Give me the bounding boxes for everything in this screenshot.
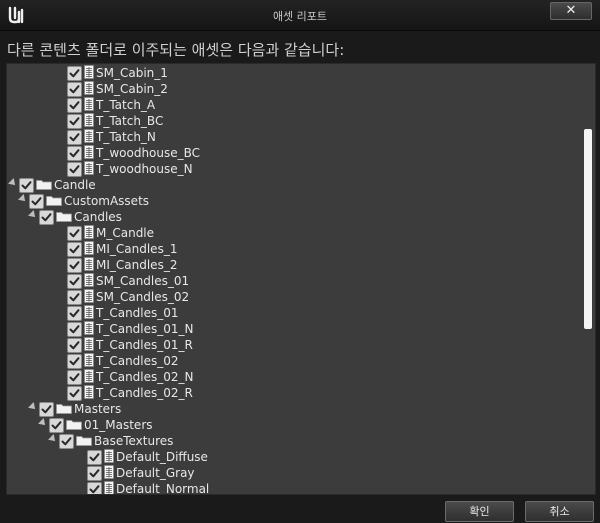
expand-arrow-icon[interactable] <box>28 402 38 412</box>
checkbox[interactable] <box>67 274 82 289</box>
asset-file-icon <box>84 337 94 351</box>
tree-item-label: BaseTextures <box>94 434 174 448</box>
page-heading: 다른 콘텐츠 폴더로 이주되는 애셋은 다음과 같습니다: <box>7 41 345 59</box>
checkbox[interactable] <box>67 66 82 81</box>
tree-item-label: T_Tatch_A <box>96 98 156 112</box>
checkbox[interactable] <box>59 434 74 449</box>
asset-file-icon <box>104 481 114 494</box>
tree-item-label: SM_Candles_02 <box>96 290 190 304</box>
checkbox[interactable] <box>39 402 54 417</box>
tree-item-label: T_woodhouse_BC <box>96 146 201 160</box>
asset-file-icon <box>84 65 94 79</box>
checkbox[interactable] <box>67 338 82 353</box>
tree-item-label: SM_Cabin_1 <box>96 66 168 80</box>
tree-item-label: MI_Candles_2 <box>96 258 178 272</box>
folder-icon <box>66 419 82 430</box>
checkbox[interactable] <box>67 322 82 337</box>
asset-file-icon <box>84 289 94 303</box>
asset-file-icon <box>104 465 114 479</box>
asset-file-icon <box>84 385 94 399</box>
expand-arrow-icon[interactable] <box>18 194 28 204</box>
checkbox[interactable] <box>67 290 82 305</box>
checkbox[interactable] <box>67 98 82 113</box>
expand-arrow-icon[interactable] <box>38 418 48 428</box>
checkbox[interactable] <box>67 354 82 369</box>
expand-arrow-icon[interactable] <box>28 210 38 220</box>
tree-item-label: SM_Cabin_2 <box>96 82 168 96</box>
checkbox[interactable] <box>87 466 102 481</box>
tree-item-label: T_Candles_01_N <box>96 322 194 336</box>
tree-item-label: Candles <box>74 210 122 224</box>
tree-item-label: T_Candles_02_N <box>96 370 194 384</box>
tree-item-label: T_woodhouse_N <box>96 162 193 176</box>
checkbox[interactable] <box>67 306 82 321</box>
checkbox[interactable] <box>67 242 82 257</box>
asset-file-icon <box>84 81 94 95</box>
tree-item-label: CustomAssets <box>64 194 150 208</box>
asset-file-icon <box>84 257 94 271</box>
folder-icon <box>36 179 52 190</box>
asset-file-icon <box>84 97 94 111</box>
tree-item-label: M_Candle <box>96 226 155 240</box>
expand-arrow-icon[interactable] <box>8 178 18 188</box>
close-button[interactable]: ✕ <box>550 2 592 20</box>
tree-item-label: T_Tatch_N <box>96 130 156 144</box>
cancel-button[interactable]: 취소 <box>525 501 594 522</box>
checkbox[interactable] <box>67 82 82 97</box>
tree-item-label: T_Candles_01_R <box>96 338 193 352</box>
asset-file-icon <box>104 449 114 463</box>
tree-item-label: SM_Candles_01 <box>96 274 190 288</box>
tree-item-label: T_Tatch_BC <box>96 114 164 128</box>
tree-item-label: 01_Masters <box>84 418 153 432</box>
asset-file-icon <box>84 273 94 287</box>
tree-item-label: Default_Normal <box>116 482 210 495</box>
tree-item-label: T_Candles_02 <box>96 354 179 368</box>
asset-file-icon <box>84 369 94 383</box>
tree-item-label: T_Candles_01 <box>96 306 179 320</box>
checkbox[interactable] <box>39 210 54 225</box>
checkbox[interactable] <box>19 178 34 193</box>
window-title: 애셋 리포트 <box>272 10 328 23</box>
folder-icon <box>76 435 92 446</box>
tree-item-label: Default_Gray <box>116 466 195 480</box>
checkbox[interactable] <box>87 450 102 465</box>
asset-file-icon <box>84 161 94 175</box>
checkbox[interactable] <box>67 146 82 161</box>
scrollbar-thumb[interactable] <box>584 129 592 329</box>
checkbox[interactable] <box>29 194 44 209</box>
checkbox[interactable] <box>67 130 82 145</box>
checkbox[interactable] <box>67 370 82 385</box>
asset-file-icon <box>84 145 94 159</box>
tree-item-label: MI_Candles_1 <box>96 242 178 256</box>
asset-file-icon <box>84 225 94 239</box>
asset-file-icon <box>84 353 94 367</box>
expand-arrow-icon[interactable] <box>48 434 58 444</box>
folder-icon <box>56 211 72 222</box>
tree-item-label: Candle <box>54 178 96 192</box>
checkbox[interactable] <box>67 162 82 177</box>
asset-file-icon <box>84 321 94 335</box>
tree-item-label: T_Candles_02_R <box>96 386 193 400</box>
folder-icon <box>56 403 72 414</box>
asset-file-icon <box>84 241 94 255</box>
checkbox[interactable] <box>49 418 64 433</box>
tree-item-label: Masters <box>74 402 122 416</box>
checkbox[interactable] <box>67 386 82 401</box>
checkbox[interactable] <box>87 482 102 494</box>
asset-file-icon <box>84 113 94 127</box>
folder-icon <box>46 195 62 206</box>
asset-file-icon <box>84 129 94 143</box>
title-bar: 애셋 리포트 ✕ <box>0 0 600 31</box>
checkbox[interactable] <box>67 258 82 273</box>
checkbox[interactable] <box>67 114 82 129</box>
asset-tree-panel[interactable]: SM_Cabin_1 SM_Cabin_2 T_Tatch_A T_Tatch_BC T… <box>6 63 596 495</box>
ok-button[interactable]: 확인 <box>445 501 514 522</box>
checkbox[interactable] <box>67 226 82 241</box>
asset-file-icon <box>84 305 94 319</box>
tree-item-label: Default_Diffuse <box>116 450 208 464</box>
